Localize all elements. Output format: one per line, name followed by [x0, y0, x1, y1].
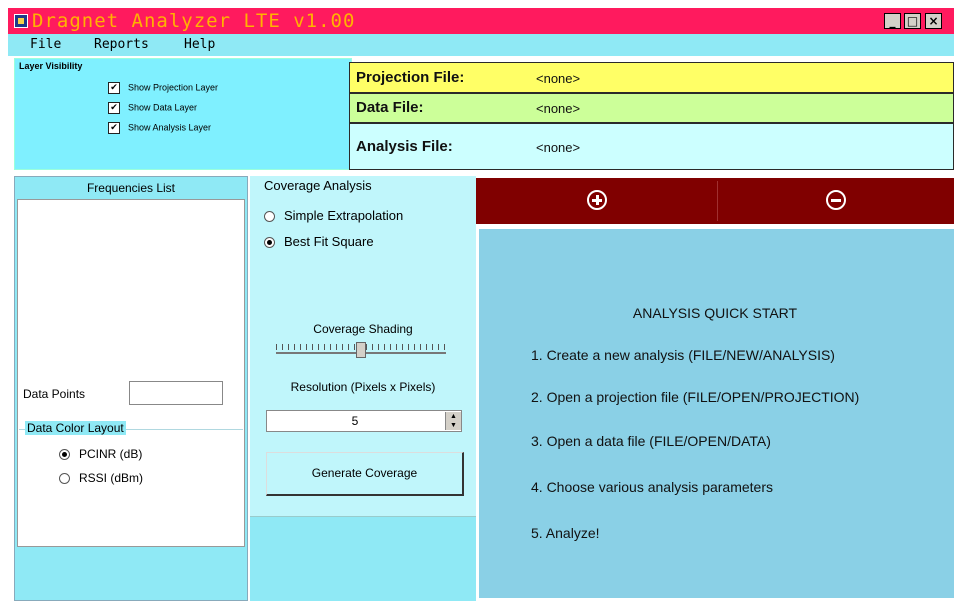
menu-reports[interactable]: Reports	[94, 37, 149, 52]
radio-selected-icon	[59, 449, 70, 461]
quick-start-step: 3. Open a data file (FILE/OPEN/DATA)	[531, 433, 771, 449]
maximize-button[interactable]: □	[904, 13, 921, 29]
radio-unselected-icon	[264, 211, 275, 223]
coverage-shading-label: Coverage Shading	[313, 322, 413, 336]
spin-up-icon[interactable]: ▲	[446, 412, 461, 421]
projection-file-row: Projection File: <none>	[349, 62, 954, 93]
title-bar[interactable]: Dragnet Analyzer LTE v1.00 _ □ ×	[8, 8, 954, 34]
frequencies-list-title: Frequencies List	[86, 181, 176, 195]
quick-start-step: 2. Open a projection file (FILE/OPEN/PRO…	[531, 389, 860, 405]
data-file-row: Data File: <none>	[349, 93, 954, 123]
data-points-input[interactable]	[129, 381, 223, 405]
radio-unselected-icon	[59, 473, 70, 485]
checkbox-label: Show Projection Layer	[128, 82, 219, 93]
menu-file[interactable]: File	[30, 37, 61, 52]
coverage-analysis-panel: Coverage Analysis Simple Extrapolation B…	[250, 176, 476, 516]
quick-start-step: 4. Choose various analysis parameters	[531, 479, 774, 495]
show-analysis-layer-checkbox[interactable]: ✔ Show Analysis Layer	[108, 122, 211, 136]
zoom-toolbar	[476, 178, 954, 224]
analysis-file-label: Analysis File:	[356, 138, 453, 155]
show-projection-layer-checkbox[interactable]: ✔ Show Projection Layer	[108, 82, 218, 96]
checkbox-label: Show Data Layer	[128, 102, 198, 113]
radio-label: PCINR (dB)	[79, 447, 143, 461]
resolution-spinbox[interactable]: 5 ▲ ▼	[266, 410, 462, 432]
checkbox-checked-icon: ✔	[108, 82, 120, 94]
data-file-label: Data File:	[356, 99, 424, 116]
quick-start-step: 5. Analyze!	[531, 525, 600, 541]
coverage-lower-area	[250, 516, 476, 601]
simple-extrapolation-radio[interactable]: Simple Extrapolation	[264, 208, 403, 223]
window-title: Dragnet Analyzer LTE v1.00	[32, 10, 356, 32]
app-icon	[14, 14, 28, 28]
radio-selected-icon	[264, 237, 275, 249]
radio-label: Simple Extrapolation	[284, 208, 404, 223]
projection-file-value: <none>	[536, 71, 581, 86]
rssi-radio[interactable]: RSSI (dBm)	[59, 471, 143, 485]
menu-bar: File Reports Help	[8, 34, 954, 56]
layer-visibility-title: Layer Visibility	[19, 61, 83, 71]
coverage-shading-slider[interactable]	[276, 342, 446, 358]
coverage-analysis-title: Coverage Analysis	[264, 178, 372, 193]
checkbox-checked-icon: ✔	[108, 102, 120, 114]
data-file-value: <none>	[536, 101, 581, 116]
analysis-file-row: Analysis File: <none>	[349, 123, 954, 170]
quick-start-panel: ANALYSIS QUICK START 1. Create a new ana…	[476, 226, 954, 601]
analysis-file-value: <none>	[536, 140, 581, 155]
spin-arrows-icon[interactable]: ▲ ▼	[445, 412, 461, 430]
data-points-label: Data Points	[23, 387, 86, 401]
zoom-out-button[interactable]	[717, 181, 954, 221]
resolution-label: Resolution (Pixels x Pixels)	[290, 380, 436, 394]
radio-label: RSSI (dBm)	[79, 471, 144, 485]
show-data-layer-checkbox[interactable]: ✔ Show Data Layer	[108, 102, 197, 116]
zoom-out-icon	[826, 190, 846, 210]
minimize-button[interactable]: _	[884, 13, 901, 29]
close-button[interactable]: ×	[925, 13, 942, 29]
checkbox-label: Show Analysis Layer	[128, 122, 212, 133]
resolution-value[interactable]: 5	[267, 414, 443, 428]
generate-coverage-button[interactable]: Generate Coverage	[266, 452, 464, 496]
data-color-layout-label: Data Color Layout	[25, 421, 126, 435]
best-fit-square-radio[interactable]: Best Fit Square	[264, 234, 374, 249]
frequencies-panel: Frequencies List Data Points Data Color …	[14, 176, 248, 601]
quick-start-title: ANALYSIS QUICK START	[632, 305, 798, 321]
checkbox-checked-icon: ✔	[108, 122, 120, 134]
projection-file-label: Projection File:	[356, 69, 465, 86]
pcinr-radio[interactable]: PCINR (dB)	[59, 447, 142, 461]
zoom-in-icon	[586, 190, 607, 210]
menu-help[interactable]: Help	[184, 37, 215, 52]
spin-down-icon[interactable]: ▼	[446, 421, 461, 430]
slider-thumb[interactable]	[356, 342, 366, 358]
quick-start-step: 1. Create a new analysis (FILE/NEW/ANALY…	[531, 347, 835, 363]
zoom-in-button[interactable]	[478, 181, 715, 221]
layer-visibility-panel: Layer Visibility ✔ Show Projection Layer …	[14, 58, 352, 170]
radio-label: Best Fit Square	[284, 234, 374, 249]
